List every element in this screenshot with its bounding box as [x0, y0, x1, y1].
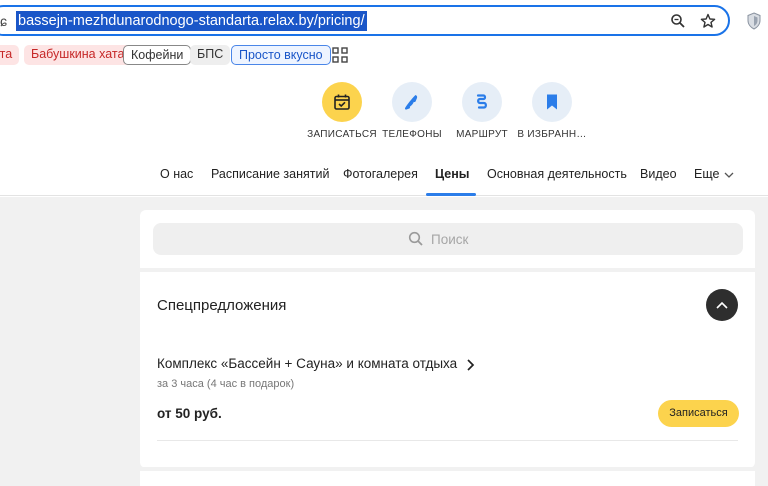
book-button[interactable]: Записаться [658, 400, 739, 427]
action-favorite[interactable]: В ИЗБРАНН… [512, 82, 592, 140]
calendar-check-icon [322, 82, 362, 122]
section-title: Спецпредложения [157, 297, 287, 314]
divider [157, 440, 738, 441]
active-tab-indicator [426, 193, 476, 196]
bookmark-icon [532, 82, 572, 122]
tab-gallery[interactable]: Фотогалерея [343, 167, 418, 181]
bookmark-item[interactable]: Просто вкусно [231, 45, 331, 65]
action-phones[interactable]: ТЕЛЕФОНЫ [372, 82, 452, 140]
search-icon [408, 231, 424, 247]
chevron-right-icon[interactable] [465, 358, 475, 372]
chevron-down-icon[interactable] [723, 168, 735, 180]
divider [140, 268, 755, 272]
chevron-up-icon [716, 301, 728, 309]
tab-main-activity[interactable]: Основная деятельность [487, 167, 627, 181]
offer-price: от 50 руб. [157, 406, 222, 421]
offer-title-link[interactable]: Комплекс «Бассейн + Сауна» и комната отд… [157, 356, 457, 371]
tab-schedule[interactable]: Расписание занятий [211, 167, 329, 181]
apps-grid-icon[interactable] [332, 47, 348, 63]
action-label: ЗАПИСАТЬСЯ [307, 129, 377, 140]
bookmark-item[interactable]: Кофейни [123, 45, 192, 65]
action-label: В ИЗБРАНН… [517, 129, 587, 140]
star-icon[interactable] [698, 11, 718, 31]
collapse-button[interactable] [706, 289, 738, 321]
tab-about[interactable]: О нас [160, 167, 193, 181]
tab-more[interactable]: Еще [694, 167, 719, 181]
section-nav: О нас Расписание занятий Фотогалерея Цен… [0, 158, 768, 196]
shield-extension-icon[interactable] [744, 10, 764, 32]
action-book[interactable]: ЗАПИСАТЬСЯ [302, 82, 382, 140]
phone-icon [392, 82, 432, 122]
browser-toolbar: ɕ bassejn-mezhdunarodnogo-standarta.rela… [0, 0, 768, 42]
action-route[interactable]: МАРШРУТ [442, 82, 522, 140]
action-label: ТЕЛЕФОНЫ [382, 129, 442, 140]
address-bar-icon: ɕ [0, 13, 7, 29]
bookmark-item[interactable]: Бабушкина хата [24, 45, 132, 65]
tab-video[interactable]: Видео [640, 167, 677, 181]
bookmarks-bar: ата Бабушкина хата Кофейни БПС Просто вк… [0, 42, 768, 68]
bookmark-item[interactable]: ата [0, 45, 20, 65]
offer-subtitle: за 3 часа (4 час в подарок) [157, 378, 295, 390]
search-placeholder: Поиск [431, 232, 469, 247]
next-card [140, 471, 755, 486]
url-text[interactable]: bassejn-mezhdunarodnogo-standarta.relax.… [16, 11, 367, 31]
route-icon [462, 82, 502, 122]
zoom-icon[interactable] [668, 11, 688, 31]
action-label: МАРШРУТ [456, 129, 508, 140]
tab-prices[interactable]: Цены [435, 167, 469, 181]
bookmark-item[interactable]: БПС [190, 45, 231, 65]
